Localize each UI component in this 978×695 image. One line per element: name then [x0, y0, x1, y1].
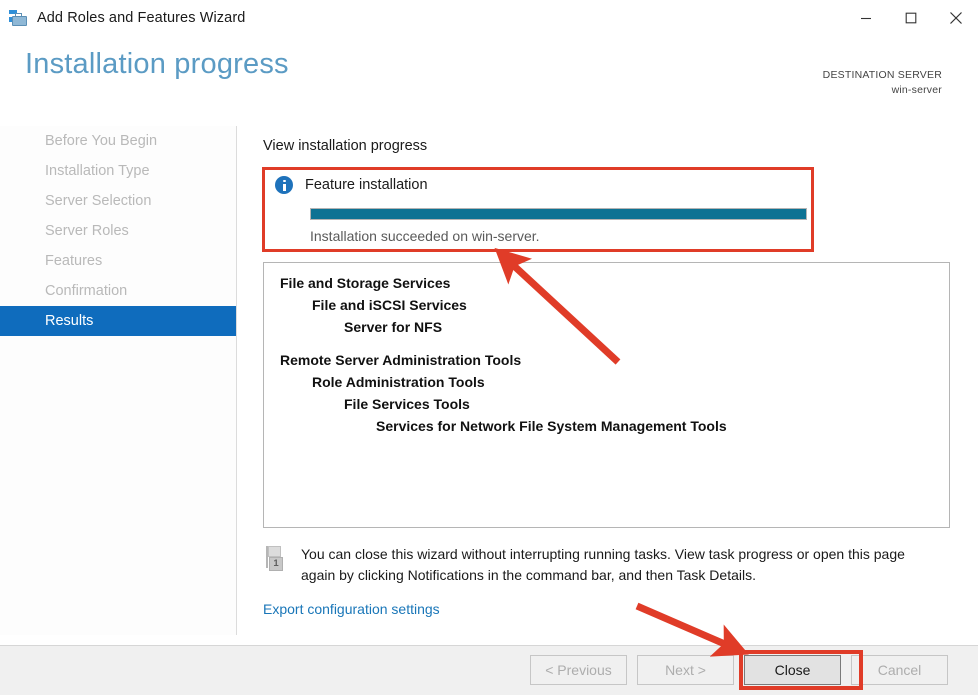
list-item: Role Administration Tools: [312, 374, 485, 390]
window-title: Add Roles and Features Wizard: [37, 10, 246, 26]
installed-components-list: File and Storage Services File and iSCSI…: [264, 263, 949, 437]
installed-components-listbox[interactable]: File and Storage Services File and iSCSI…: [263, 262, 950, 528]
notification-badge-count: 1: [269, 557, 283, 571]
window-titlebar: Add Roles and Features Wizard: [0, 0, 978, 36]
maximize-icon: [905, 12, 916, 24]
sidebar-item-server-roles[interactable]: Server Roles: [0, 216, 236, 246]
installation-progress-bar-fill: [311, 209, 806, 219]
list-item: Remote Server Administration Tools: [280, 352, 522, 368]
sidebar-item-results[interactable]: Results: [0, 306, 236, 336]
export-configuration-settings-link[interactable]: Export configuration settings: [263, 601, 440, 617]
view-installation-progress-label: View installation progress: [263, 138, 428, 154]
list-item: File and Storage Services: [280, 275, 451, 291]
destination-server-block: DESTINATION SERVER win-server: [823, 68, 942, 98]
sidebar-item-confirmation[interactable]: Confirmation: [0, 276, 236, 306]
sidebar-item-installation-type[interactable]: Installation Type: [0, 156, 236, 186]
installation-status-text: Installation succeeded on win-server.: [310, 228, 540, 244]
close-icon: [949, 12, 962, 24]
next-button[interactable]: Next >: [637, 655, 734, 685]
wizard-steps-sidebar: Before You Begin Installation Type Serve…: [0, 126, 237, 635]
list-item: File and iSCSI Services: [312, 297, 467, 313]
sidebar-item-before-you-begin[interactable]: Before You Begin: [0, 126, 236, 156]
installation-progress-bar: [310, 208, 807, 220]
notification-note: 1 You can close this wizard without inte…: [263, 544, 953, 586]
destination-server-value: win-server: [891, 84, 942, 96]
window-caption-buttons: [843, 0, 978, 36]
content-pane: View installation progress Feature insta…: [238, 126, 978, 635]
sidebar-item-features[interactable]: Features: [0, 246, 236, 276]
close-button[interactable]: [933, 0, 978, 36]
notification-note-text: You can close this wizard without interr…: [301, 546, 905, 583]
page-header: Installation progress DESTINATION SERVER…: [0, 36, 978, 116]
list-item: Services for Network File System Managem…: [376, 418, 727, 434]
wizard-footer-buttons: < Previous Next > Close Cancel: [530, 655, 948, 685]
close-wizard-button[interactable]: Close: [744, 655, 841, 685]
feature-installation-title: Feature installation: [305, 177, 428, 193]
page-title: Installation progress: [25, 48, 289, 80]
notification-flag-icon: 1: [263, 546, 289, 574]
sidebar-item-server-selection[interactable]: Server Selection: [0, 186, 236, 216]
info-icon: [275, 176, 293, 194]
feature-installation-row: Feature installation: [275, 176, 428, 194]
toolbox-icon: [9, 9, 27, 27]
maximize-button[interactable]: [888, 0, 933, 36]
cancel-button[interactable]: Cancel: [851, 655, 948, 685]
wizard-footer: < Previous Next > Close Cancel: [0, 645, 978, 695]
list-item: File Services Tools: [344, 396, 470, 412]
previous-button[interactable]: < Previous: [530, 655, 627, 685]
minimize-button[interactable]: [843, 0, 888, 36]
minimize-icon: [860, 17, 871, 20]
list-item: Server for NFS: [344, 319, 443, 335]
installation-progress-panel: Feature installation Installation succee…: [263, 166, 814, 246]
destination-server-label: DESTINATION SERVER: [822, 69, 942, 81]
